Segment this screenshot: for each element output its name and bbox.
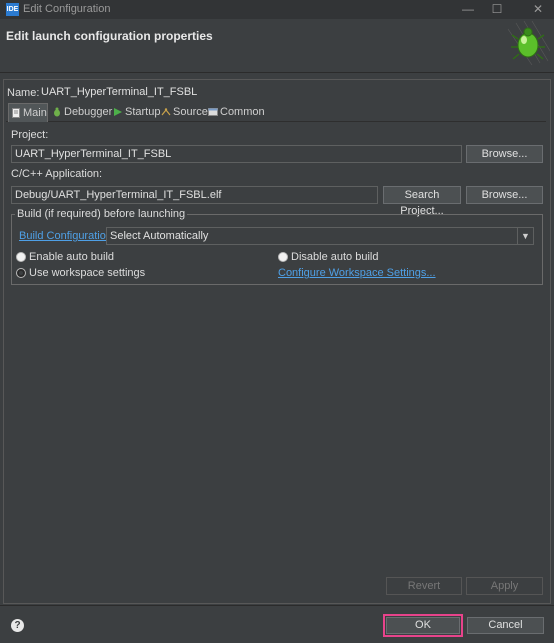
common-icon — [208, 108, 218, 116]
project-field[interactable]: UART_HyperTerminal_IT_FSBL — [11, 145, 462, 163]
title-bar: IDE Edit Configuration — ☐ ✕ — [0, 0, 554, 19]
window-title: Edit Configuration — [23, 3, 111, 15]
ide-app-icon: IDE — [6, 3, 19, 16]
dialog-heading: Edit launch configuration properties — [6, 29, 213, 43]
document-icon — [12, 108, 20, 118]
minimize-button[interactable]: — — [460, 2, 476, 16]
search-project-button[interactable]: Search Project... — [383, 186, 461, 217]
tab-source[interactable]: Source — [159, 103, 208, 122]
debugger-icon — [54, 107, 60, 117]
build-configuration-link[interactable]: Build Configuration: — [19, 230, 115, 242]
dialog-header: Edit launch configuration properties — [0, 19, 554, 73]
application-field[interactable]: Debug/UART_HyperTerminal_IT_FSBL.elf — [11, 186, 378, 204]
build-group-legend: Build (if required) before launching — [15, 208, 188, 220]
project-browse-button[interactable]: Browse... — [466, 145, 543, 163]
apply-button[interactable]: Apply — [466, 577, 543, 595]
disable-auto-build-radio[interactable] — [278, 252, 288, 262]
cancel-button[interactable]: Cancel — [467, 617, 544, 634]
bug-debug-icon — [507, 21, 550, 65]
disable-auto-build-label: Disable auto build — [291, 251, 379, 263]
application-browse-button[interactable]: Browse... — [466, 186, 543, 204]
tab-source-label: Source — [173, 106, 208, 118]
tab-main[interactable]: Main — [8, 103, 48, 122]
application-label: C/C++ Application: — [11, 168, 103, 180]
name-label: Name: — [7, 87, 40, 99]
use-workspace-settings-radio[interactable] — [16, 268, 26, 278]
footer-divider — [0, 605, 554, 606]
source-icon — [161, 108, 171, 116]
enable-auto-build-radio[interactable] — [16, 252, 26, 262]
tab-debugger[interactable]: Debugger — [50, 103, 113, 122]
project-label: Project: — [11, 129, 49, 141]
tab-startup-label: Startup — [125, 106, 161, 118]
close-button[interactable]: ✕ — [530, 2, 546, 16]
tab-common-label: Common — [220, 106, 265, 118]
configure-workspace-settings-link[interactable]: Configure Workspace Settings... — [278, 267, 436, 279]
ok-button[interactable]: OK — [386, 617, 460, 634]
tab-debugger-label: Debugger — [64, 106, 113, 118]
name-field[interactable]: UART_HyperTerminal_IT_FSBL — [41, 86, 197, 98]
play-icon — [114, 108, 122, 116]
build-configuration-value: Select Automatically — [110, 230, 209, 242]
build-configuration-select[interactable]: Select Automatically ▼ — [106, 227, 534, 245]
use-workspace-settings-label: Use workspace settings — [29, 267, 146, 279]
maximize-button[interactable]: ☐ — [489, 2, 505, 16]
tab-main-label: Main — [23, 107, 47, 119]
tab-startup[interactable]: Startup — [111, 103, 161, 122]
enable-auto-build-label: Enable auto build — [29, 251, 115, 263]
chevron-down-icon[interactable]: ▼ — [517, 228, 533, 244]
help-icon[interactable]: ? — [11, 619, 24, 632]
tab-common[interactable]: Common — [206, 103, 265, 122]
revert-button[interactable]: Revert — [386, 577, 462, 595]
